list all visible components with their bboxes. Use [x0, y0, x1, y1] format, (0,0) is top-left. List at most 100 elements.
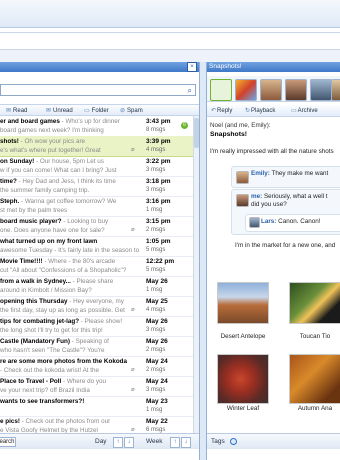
search-icon[interactable]: ⌕: [188, 86, 192, 95]
filter-toolbar: ✉ Read ✉ Unread ▭ Folder ⊘ Spam: [0, 104, 199, 116]
photo-winter-leaf[interactable]: [217, 354, 269, 404]
paperclip-icon: ⌀: [131, 227, 135, 233]
message-count: 1 msg: [146, 407, 163, 413]
photo-autumn[interactable]: [289, 354, 340, 404]
tags-icon[interactable]: [230, 438, 237, 445]
conversation-snippet: - Oh wow your pics are: [18, 138, 86, 145]
reply-emily: Emily: They make me want: [231, 166, 340, 188]
message-count: 3 msgs: [146, 187, 166, 193]
filter-spam-button[interactable]: ⊘ Spam: [120, 107, 143, 116]
day-label: Day: [95, 438, 107, 445]
window-titlebar: [0, 0, 340, 28]
conversation-subject: what turned up on my front lawn: [0, 238, 98, 245]
list-scroll-thumb[interactable]: [194, 118, 199, 148]
message-footer: Tags: [207, 433, 340, 449]
reply-button[interactable]: ↶Reply: [211, 107, 232, 116]
message-count: 3 msgs: [146, 327, 166, 333]
message-count: 4 msgs: [146, 147, 166, 153]
conversation-row[interactable]: re are some more photos from the Kokoda -…: [0, 356, 199, 377]
conversation-snippet: - Looking to buy: [61, 218, 109, 225]
paperclip-icon: ⌀: [131, 307, 135, 313]
conversation-row[interactable]: Castle (Mandatory Fun) - Speaking of who …: [0, 336, 199, 357]
conversation-row[interactable]: Place to Travel - Poll - Where do you ve …: [0, 376, 199, 397]
filter-folder-button[interactable]: ▭ Folder: [84, 107, 109, 116]
conversation-row[interactable]: time? - Hey Dad and Jess, I think its ti…: [0, 176, 199, 197]
conversation-row[interactable]: e pics! - Check out the photos from our e…: [0, 416, 199, 433]
conversation-snippet: - Speaking of: [69, 338, 109, 345]
conversation-row[interactable]: Movie Time!!!! - Where - the 80's arcade…: [0, 256, 199, 277]
message-body: I'm really impressed with all the nature…: [210, 148, 334, 155]
photo-caption: Winter Leaf: [226, 405, 260, 412]
conversation-list-pane: × ⌕ ✉ Read ✉ Unread ▭ Folder ⊘ Spam er and b…: [0, 62, 200, 460]
week-next-button[interactable]: ↓: [181, 437, 191, 448]
conversation-snippet-line2: st met by the palm trees: [0, 207, 68, 214]
week-prev-button[interactable]: ↑: [170, 437, 180, 448]
search-button[interactable]: earch: [0, 437, 16, 447]
conversation-snippet-line2: - Check out the kokoda wrist! At the: [0, 367, 100, 374]
conversation-snippet-line2: awesome Tuesday - It's fairly late in th…: [0, 247, 140, 254]
conversation-row[interactable]: shots! - Oh wow your pics are e's what's …: [0, 136, 199, 157]
photo-caption: Desert Antelope: [220, 333, 266, 340]
avatar[interactable]: [285, 79, 307, 101]
conversation-row[interactable]: wants to see transformers?! May 23 1 msg: [0, 396, 199, 417]
day-prev-button[interactable]: ↑: [113, 437, 123, 448]
message-toolbar: ↶Reply ↻Playback ▭Archive: [207, 105, 340, 117]
avatar[interactable]: [260, 79, 282, 101]
conversation-preview: board music player? - Looking to buy one.…: [0, 217, 140, 235]
conversation-subject: opening this Thursday: [0, 298, 68, 305]
conversation-row[interactable]: board music player? - Looking to buy one.…: [0, 216, 199, 237]
conversation-subject: tips for combating jet-lag?: [0, 318, 80, 325]
conversation-preview: on Sunday! - Our house, 5pm Let us w if y…: [0, 157, 140, 175]
conversation-row[interactable]: opening this Thursday - Hey everyone, my…: [0, 296, 199, 317]
conversation-row[interactable]: from a walk in Sydney... - Please share a…: [0, 276, 199, 297]
conversation-date: May 24: [146, 358, 168, 365]
photo-app-icon[interactable]: [235, 79, 257, 101]
list-scrollbar[interactable]: [193, 116, 199, 433]
filter-unread-button[interactable]: ✉ Unread: [46, 107, 73, 116]
conversation-subject: from a walk in Sydney...: [0, 278, 71, 285]
conversation-row[interactable]: tips for combating jet-lag? - Please sho…: [0, 316, 199, 337]
conversation-subject: e pics!: [0, 418, 20, 425]
conversation-preview: re are some more photos from the Kokoda -…: [0, 357, 140, 375]
conversation-snippet-line2: the long shot I'll try to get for this t…: [0, 327, 103, 334]
conversation-preview: opening this Thursday - Hey everyone, my…: [0, 297, 140, 315]
search-input[interactable]: ⌕: [0, 84, 196, 96]
conversation-snippet: - Hey everyone, my: [67, 298, 124, 305]
message-count: 2 msgs: [146, 227, 166, 233]
snapfish-app-icon[interactable]: [210, 79, 232, 101]
conversation-snippet: - Where - the 80's arcade: [42, 258, 116, 265]
address-bar[interactable]: [0, 32, 340, 50]
close-icon[interactable]: ×: [187, 62, 197, 72]
reply-text: Canon. Canon!: [278, 218, 321, 225]
conversation-snippet: - Where do you: [61, 378, 107, 385]
conversation-date: 3:18 pm: [146, 178, 171, 185]
day-next-button[interactable]: ↓: [124, 437, 134, 448]
message-count: 3 msgs: [146, 167, 166, 173]
conversation-snippet: - Please show!: [79, 318, 123, 325]
conversation-preview: Castle (Mandatory Fun) - Speaking of who …: [0, 337, 140, 355]
filter-read-button[interactable]: ✉ Read: [6, 107, 27, 116]
conversation-row[interactable]: er and board games - Who's up for dinner…: [0, 116, 199, 137]
conversation-row[interactable]: on Sunday! - Our house, 5pm Let us w if y…: [0, 156, 199, 177]
conversation-snippet-line2: w if you can come! What can I bring? Jus…: [0, 167, 117, 174]
playback-button[interactable]: ↻Playback: [245, 107, 275, 116]
message-count: 6 msgs: [146, 427, 166, 433]
week-label: Week: [146, 438, 163, 445]
avatar[interactable]: [331, 79, 340, 101]
message-count: 1 msg: [146, 287, 163, 293]
photo-desert-antelope[interactable]: [217, 282, 269, 324]
photo-toucan[interactable]: [289, 282, 340, 324]
message-count: 8 msgs: [146, 127, 166, 133]
conversation-preview: time? - Hey Dad and Jess, I think its ti…: [0, 177, 140, 195]
avatar[interactable]: [310, 79, 332, 101]
conversation-date: May 25: [146, 298, 168, 305]
conversation-preview: tips for combating jet-lag? - Please sho…: [0, 317, 140, 335]
reply-lars: Lars: Canon. Canon!: [245, 214, 340, 232]
conversation-date: May 26: [146, 338, 168, 345]
conversation-row[interactable]: what turned up on my front lawn awesome T…: [0, 236, 199, 257]
conversation-date: 3:39 pm: [146, 138, 171, 145]
avatar: [236, 171, 249, 184]
archive-button[interactable]: ▭Archive: [291, 107, 318, 116]
conversation-date: 3:16 pm: [146, 198, 171, 205]
conversation-row[interactable]: Steph. - Wanna get coffee tomorrow? We st…: [0, 196, 199, 217]
